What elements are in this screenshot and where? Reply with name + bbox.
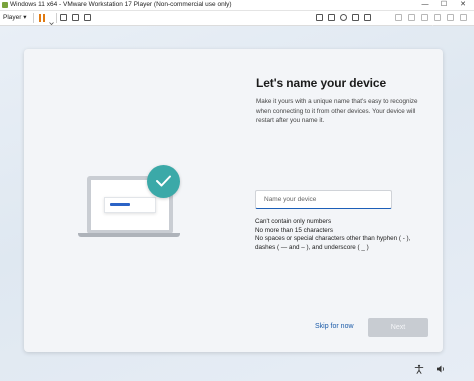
send-ctrl-alt-del-icon[interactable] (60, 14, 67, 21)
printer-icon[interactable] (408, 14, 415, 21)
chevron-down-icon[interactable] (49, 14, 54, 26)
network-icon[interactable] (395, 14, 402, 21)
device-icon[interactable] (316, 14, 323, 21)
pause-icon[interactable] (38, 13, 47, 23)
device-name-input[interactable] (255, 190, 392, 209)
unity-icon[interactable] (84, 14, 91, 21)
display-icon[interactable] (434, 14, 441, 21)
maximize-button[interactable]: ☐ (437, 0, 451, 10)
fullscreen-icon[interactable] (460, 14, 467, 21)
next-button[interactable]: Next (368, 318, 428, 337)
toolbar-separator (56, 13, 57, 23)
vmware-app-icon (2, 2, 8, 8)
rule-text: Can't contain only numbers (255, 218, 332, 225)
rule-text: dashes ( — and – ), and underscore ( _ ) (255, 243, 369, 251)
page-title: Let's name your device (256, 76, 387, 90)
skip-for-now-link[interactable]: Skip for now (315, 323, 354, 330)
snapshot-icon[interactable] (328, 14, 335, 21)
laptop-base (78, 233, 180, 237)
message-icon[interactable] (447, 14, 454, 21)
illustration-name-bar (110, 203, 130, 206)
player-menu[interactable]: Player ▾ (3, 13, 27, 23)
checkmark-icon (147, 165, 180, 198)
volume-icon[interactable] (436, 364, 446, 374)
rule-text: No more than 15 characters (255, 226, 334, 234)
toolbar-separator (33, 13, 34, 23)
window-title: Windows 11 x64 - VMware Workstation 17 P… (10, 1, 232, 8)
cd-drive-icon[interactable] (352, 14, 359, 21)
vmware-toolbar: Player ▾ (0, 11, 474, 26)
title-bar: Windows 11 x64 - VMware Workstation 17 P… (0, 0, 474, 11)
fit-guest-icon[interactable] (72, 14, 79, 21)
settings-icon[interactable] (340, 14, 347, 21)
minimize-button[interactable]: — (418, 0, 432, 10)
page-description: Make it yours with a unique name that's … (256, 98, 418, 124)
accessibility-icon[interactable] (414, 364, 424, 374)
usb-icon[interactable] (364, 14, 371, 21)
close-button[interactable]: ✕ (456, 0, 470, 10)
rule-text: No spaces or special characters other th… (255, 235, 411, 243)
naming-rules: Can't contain only numbers No more than … (255, 218, 435, 252)
sound-icon[interactable] (421, 14, 428, 21)
